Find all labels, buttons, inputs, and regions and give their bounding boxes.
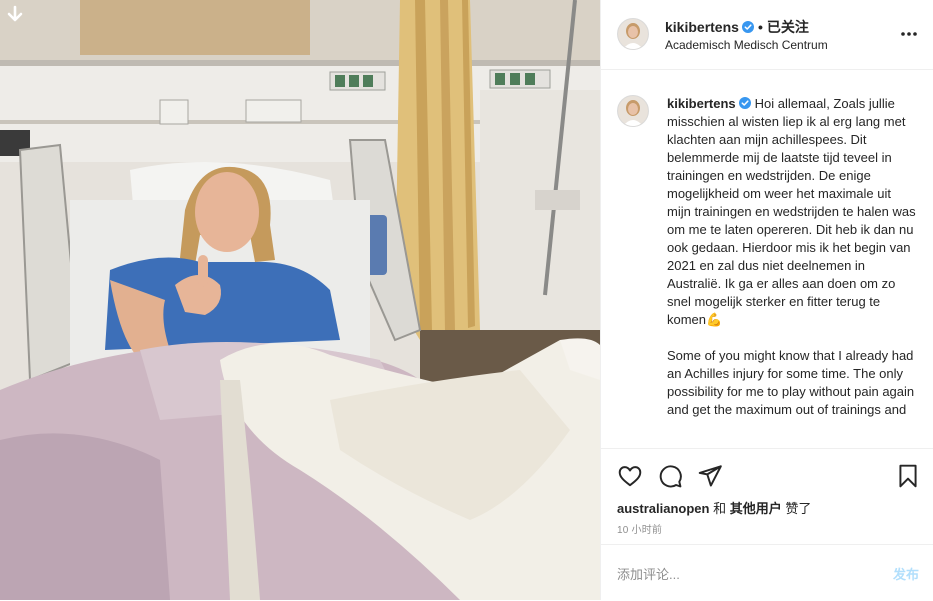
location-link[interactable]: Academisch Medisch Centrum (665, 38, 828, 52)
caption-username[interactable]: kikibertens (667, 96, 736, 111)
caption-avatar[interactable] (617, 95, 649, 127)
post-comment-button[interactable]: 发布 (893, 564, 919, 583)
comment-bubble-icon[interactable] (657, 463, 683, 489)
caption-paragraph-1-text: Hoi allemaal, Zoals jullie misschien al … (667, 96, 920, 327)
post-timestamp[interactable]: 10 小时前 (617, 521, 662, 536)
post-actions: australianopen 和 其他用户 赞了 10 小时前 (601, 448, 933, 545)
paper-plane-icon[interactable] (697, 463, 723, 489)
hospital-photo-illustration (0, 0, 600, 600)
comment-bar: 发布 (601, 544, 933, 601)
post-header: kikibertens • 已关注 Academisch Medisch Cent… (601, 0, 933, 70)
caption-paragraph-1: kikibertens Hoi allemaal, Zoals jullie m… (667, 95, 917, 329)
comment-input[interactable] (615, 561, 879, 587)
caption-paragraph-2: Some of you might know that I already ha… (667, 348, 918, 417)
avatar-image (618, 19, 648, 49)
header-username-row: kikibertens • 已关注 (665, 17, 809, 37)
header-username[interactable]: kikibertens (665, 19, 739, 35)
caption-text: kikibertens Hoi allemaal, Zoals jullie m… (667, 95, 917, 419)
avatar-image (618, 96, 648, 126)
more-options-icon[interactable] (899, 24, 919, 44)
likes-liked: 赞了 (785, 501, 812, 516)
likes-and: 和 (713, 501, 727, 516)
heart-icon[interactable] (617, 463, 643, 489)
avatar[interactable] (617, 18, 649, 50)
liked-by-user[interactable]: australianopen (617, 501, 709, 516)
verified-badge-icon (741, 21, 754, 33)
likes-line: australianopen 和 其他用户 赞了 (617, 498, 811, 517)
caption-area[interactable]: kikibertens Hoi allemaal, Zoals jullie m… (601, 70, 933, 448)
post-photo[interactable] (0, 0, 600, 600)
follow-button[interactable]: 已关注 (767, 19, 809, 35)
liked-by-others[interactable]: 其他用户 (730, 501, 782, 516)
download-arrow-icon[interactable] (4, 4, 26, 26)
verified-badge-icon (738, 97, 751, 109)
bookmark-icon[interactable] (895, 463, 921, 489)
post-side-panel: kikibertens • 已关注 Academisch Medisch Cent… (600, 0, 933, 600)
separator-dot: • (757, 19, 763, 35)
